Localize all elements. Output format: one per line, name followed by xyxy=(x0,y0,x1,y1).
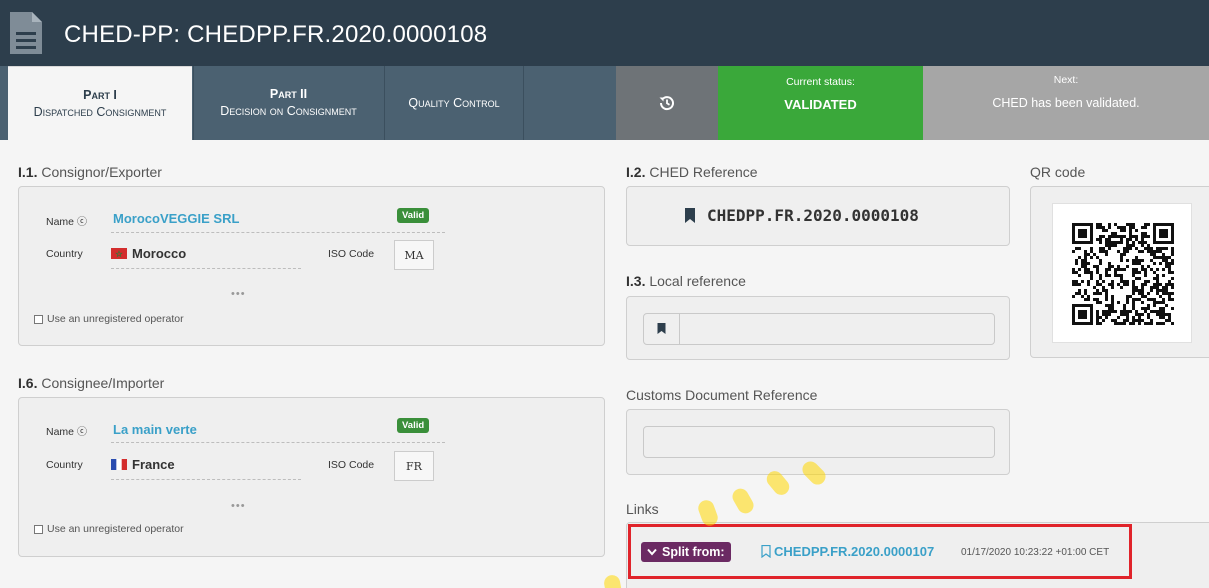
unregistered-operator-label: Use an unregistered operator xyxy=(47,313,184,325)
qr-code-image-frame xyxy=(1052,203,1192,343)
local-reference-heading: I.3. Local reference xyxy=(626,273,746,289)
more-options-icon[interactable]: ••• xyxy=(231,500,246,512)
ched-reference-section-title: CHED Reference xyxy=(649,164,758,180)
local-reference-panel xyxy=(626,296,1010,360)
tab-part-1-subtitle: Dispatched Consignment xyxy=(33,104,167,119)
divider xyxy=(111,232,445,233)
page-header: CHED-PP: CHEDPP.FR.2020.0000108 xyxy=(0,0,1209,66)
help-icon[interactable]: ⓒ xyxy=(77,427,87,438)
consignor-country-value: Morocco xyxy=(132,246,187,261)
qr-code-panel xyxy=(1030,186,1209,358)
valid-badge: Valid xyxy=(397,208,430,223)
consignee-heading: I.6. Consignee/Importer xyxy=(18,375,164,391)
unregistered-operator-checkbox[interactable]: Use an unregistered operator xyxy=(34,523,184,535)
next-status-label: Next: xyxy=(1053,74,1079,86)
unregistered-operator-label: Use an unregistered operator xyxy=(47,523,184,535)
ched-reference-value: CHEDPP.FR.2020.0000108 xyxy=(707,206,919,225)
tab-quality-control-label: Quality Control xyxy=(408,95,500,110)
consignor-panel: Name ⓒ MorocoVEGGIE SRL Valid Country Mo… xyxy=(18,186,605,346)
checkbox-icon[interactable] xyxy=(34,314,43,324)
tab-part-2[interactable]: Part II Decision on Consignment xyxy=(193,66,383,140)
consignor-name-link[interactable]: MorocoVEGGIE SRL xyxy=(113,211,239,226)
current-status-value: VALIDATED xyxy=(784,97,857,112)
consignee-name-link[interactable]: La main verte xyxy=(113,422,197,437)
consignee-iso-field: FR xyxy=(394,451,434,481)
ched-reference-section-number: I.2. xyxy=(626,164,646,180)
local-reference-section-number: I.3. xyxy=(626,273,646,289)
divider xyxy=(111,479,301,480)
qr-code-heading: QR code xyxy=(1030,164,1086,180)
morocco-flag-icon xyxy=(111,248,127,259)
local-reference-addon xyxy=(644,314,680,344)
app-window: CHED-PP: CHEDPP.FR.2020.0000108 Part I D… xyxy=(0,0,1209,588)
links-heading: Links xyxy=(626,501,659,517)
next-status-value: CHED has been validated. xyxy=(992,96,1140,110)
divider xyxy=(111,268,301,269)
bookmark-icon xyxy=(685,208,695,223)
split-from-label: Split from: xyxy=(662,545,725,559)
qr-code-image xyxy=(1072,223,1174,325)
customs-reference-input[interactable] xyxy=(643,426,995,458)
more-options-icon[interactable]: ••• xyxy=(231,288,246,300)
consignor-country-label: Country xyxy=(46,248,83,260)
consignee-panel: Name ⓒ La main verte Valid Country Franc… xyxy=(18,397,605,557)
consignor-iso-field: MA xyxy=(394,240,434,270)
tab-bar: Part I Dispatched Consignment Part II De… xyxy=(0,66,1209,140)
help-icon[interactable]: ⓒ xyxy=(77,217,87,228)
tab-part-1-title: Part I xyxy=(83,87,117,102)
bookmark-icon xyxy=(657,323,666,334)
page-title: CHED-PP: CHEDPP.FR.2020.0000108 xyxy=(64,21,488,48)
consignee-iso-label: ISO Code xyxy=(328,459,375,471)
split-from-date: 01/17/2020 10:23:22 +01:00 CET xyxy=(961,547,1110,558)
consignor-heading: I.1. Consignor/Exporter xyxy=(18,164,162,180)
document-icon xyxy=(10,12,42,54)
unregistered-operator-checkbox[interactable]: Use an unregistered operator xyxy=(34,313,184,325)
tab-quality-control[interactable]: Quality Control xyxy=(384,66,524,140)
split-from-badge[interactable]: Split from: xyxy=(641,542,731,562)
consignor-name-label: Name ⓒ xyxy=(46,216,87,228)
valid-badge: Valid xyxy=(397,418,430,433)
next-status: Next: CHED has been validated. xyxy=(923,66,1209,140)
history-button[interactable] xyxy=(616,66,718,140)
consignee-name-label: Name ⓒ xyxy=(46,426,87,438)
france-flag-icon xyxy=(111,459,127,470)
bookmark-outline-icon xyxy=(761,545,771,558)
tab-part-2-title: Part II xyxy=(269,87,308,101)
tab-part-1[interactable]: Part I Dispatched Consignment xyxy=(8,66,192,140)
checkbox-icon[interactable] xyxy=(34,524,43,534)
consignee-section-title: Consignee/Importer xyxy=(41,375,165,391)
current-status: Current status: VALIDATED xyxy=(718,66,923,140)
ched-reference-heading: I.2. CHED Reference xyxy=(626,164,758,180)
customs-reference-heading: Customs Document Reference xyxy=(626,387,818,403)
ched-reference-panel: CHEDPP.FR.2020.0000108 xyxy=(626,186,1010,246)
consignor-iso-label: ISO Code xyxy=(328,248,375,260)
consignee-country-label: Country xyxy=(46,459,83,471)
history-icon xyxy=(659,96,674,111)
consignee-section-number: I.6. xyxy=(18,375,38,391)
chevron-down-icon xyxy=(647,548,657,556)
consignee-country-value: France xyxy=(132,457,175,472)
current-status-label: Current status: xyxy=(786,76,855,88)
local-reference-input[interactable] xyxy=(643,313,995,345)
tab-part-2-subtitle: Decision on Consignment xyxy=(220,104,357,118)
divider xyxy=(111,442,445,443)
consignor-section-number: I.1. xyxy=(18,164,38,180)
consignor-section-title: Consignor/Exporter xyxy=(41,164,162,180)
split-from-link[interactable]: CHEDPP.FR.2020.0000107 xyxy=(774,544,934,559)
local-reference-section-title: Local reference xyxy=(649,273,746,289)
